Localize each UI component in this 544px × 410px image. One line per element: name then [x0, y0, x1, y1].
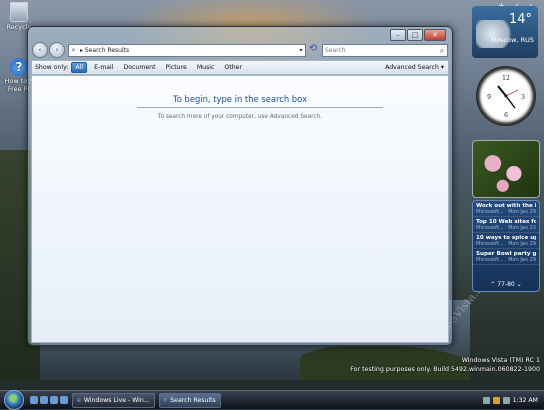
search-box[interactable]: ⌕: [322, 44, 448, 57]
browser-icon: e: [77, 396, 81, 404]
feed-item[interactable]: Work out with the hel... Microsoft...Mon…: [473, 201, 539, 217]
filter-music[interactable]: Music: [194, 63, 218, 72]
task-label: Search Results: [170, 396, 216, 404]
close-button[interactable]: ✕: [424, 29, 446, 41]
show-only-label: Show only:: [35, 64, 69, 71]
internet-explorer-icon[interactable]: [50, 396, 58, 404]
back-button[interactable]: ‹: [32, 42, 48, 58]
search-folder-icon: ⌕: [71, 46, 76, 54]
filter-all[interactable]: All: [71, 62, 88, 73]
filter-document[interactable]: Document: [120, 63, 158, 72]
feed-range: 77-80: [497, 281, 515, 288]
window-caption-buttons: – □ ✕: [390, 29, 446, 41]
empty-state-message: To begin, type in the search box: [173, 94, 307, 104]
results-pane: To begin, type in the search box To sear…: [31, 75, 449, 343]
volume-icon[interactable]: [502, 396, 510, 404]
filter-picture[interactable]: Picture: [163, 63, 190, 72]
search-icon[interactable]: ⌕: [437, 46, 447, 56]
taskbar-item-windows-live[interactable]: e Windows Live - Win...: [72, 392, 155, 408]
maximize-button[interactable]: □: [407, 29, 423, 41]
address-text: ▸ Search Results: [80, 47, 130, 54]
chevron-down-icon: ▾: [440, 64, 444, 71]
feed-source: Microsoft...: [476, 209, 504, 215]
os-build-notice: Windows Vista (TM) RC 1 For testing purp…: [350, 356, 540, 374]
switch-windows-icon[interactable]: [40, 396, 48, 404]
feed-headlines-gadget[interactable]: Work out with the hel... Microsoft...Mon…: [472, 200, 540, 292]
feed-date: Mon Jan 22: [508, 225, 536, 231]
nav-buttons: ‹ ›: [32, 42, 65, 58]
slideshow-gadget[interactable]: [472, 140, 540, 198]
divider: [137, 107, 383, 108]
show-desktop-icon[interactable]: [30, 396, 38, 404]
security-icon[interactable]: [492, 396, 500, 404]
filter-other[interactable]: Other: [221, 63, 245, 72]
filter-toolbar: Show only: All E-mail Document Picture M…: [31, 60, 449, 75]
os-notice-line1: Windows Vista (TM) RC 1: [461, 357, 540, 364]
weather-gadget[interactable]: 14° Moscow, RUS: [472, 6, 538, 58]
recycle-bin-icon: [10, 2, 28, 22]
svg-text:12: 12: [502, 75, 510, 82]
svg-text:9: 9: [487, 94, 491, 101]
feed-date: Mon Jan 29: [508, 257, 536, 263]
system-tray: 1:32 AM: [482, 396, 544, 404]
svg-text:6: 6: [504, 112, 508, 119]
address-bar[interactable]: ⌕ ▸ Search Results ▾: [68, 44, 306, 57]
feed-nav: ⌃ 77-80 ⌄: [473, 281, 539, 288]
task-label: Windows Live - Win...: [83, 396, 150, 404]
clock-gadget[interactable]: 12 3 6 9: [476, 66, 536, 126]
feed-source: Microsoft...: [476, 257, 504, 263]
forward-button[interactable]: ›: [49, 42, 65, 58]
feed-prev-icon[interactable]: ⌃: [490, 281, 495, 288]
feed-date: Mon Jan 29: [508, 241, 536, 247]
search-window: – □ ✕ ‹ › ⌕ ▸ Search Results ▾ ⟲ ⌕ Show …: [27, 26, 453, 346]
weather-temperature: 14°: [508, 12, 532, 27]
feed-item[interactable]: Super Bowl party ga... Microsoft...Mon J…: [473, 249, 539, 265]
feed-source: Microsoft...: [476, 225, 504, 231]
network-icon[interactable]: [482, 396, 490, 404]
taskbar-item-search-results[interactable]: ⌕ Search Results: [158, 392, 221, 408]
feed-next-icon[interactable]: ⌄: [517, 281, 522, 288]
search-input[interactable]: [323, 46, 437, 55]
svg-text:3: 3: [521, 94, 525, 101]
refresh-icon[interactable]: ⟲: [307, 43, 319, 55]
advanced-search-button[interactable]: Advanced Search ▾: [385, 64, 448, 71]
os-notice-line2: For testing purposes only. Build 5492.wi…: [350, 366, 540, 373]
help-icon: ?: [10, 58, 28, 76]
quick-launch: [30, 396, 68, 404]
feed-date: Mon Jan 29: [508, 209, 536, 215]
feed-source: Microsoft...: [476, 241, 504, 247]
clock-face-icon: 12 3 6 9: [487, 75, 525, 119]
weather-city: Moscow, RUS: [490, 36, 534, 44]
address-location: Search Results: [84, 47, 130, 54]
filter-email[interactable]: E-mail: [91, 63, 116, 72]
chevron-down-icon[interactable]: ▾: [297, 47, 305, 54]
media-player-icon[interactable]: [60, 396, 68, 404]
advanced-search-label: Advanced Search: [385, 64, 439, 71]
feed-item[interactable]: 10 ways to spice up y... Microsoft...Mon…: [473, 233, 539, 249]
feed-item[interactable]: Top 10 Web sites for ... Microsoft...Mon…: [473, 217, 539, 233]
advanced-search-hint: To search more of your computer, use Adv…: [157, 114, 323, 120]
search-icon: ⌕: [163, 396, 168, 403]
taskbar: e Windows Live - Win... ⌕ Search Results…: [0, 390, 544, 410]
start-button[interactable]: [4, 390, 24, 410]
clock[interactable]: 1:32 AM: [513, 397, 538, 404]
minimize-button[interactable]: –: [390, 29, 406, 41]
